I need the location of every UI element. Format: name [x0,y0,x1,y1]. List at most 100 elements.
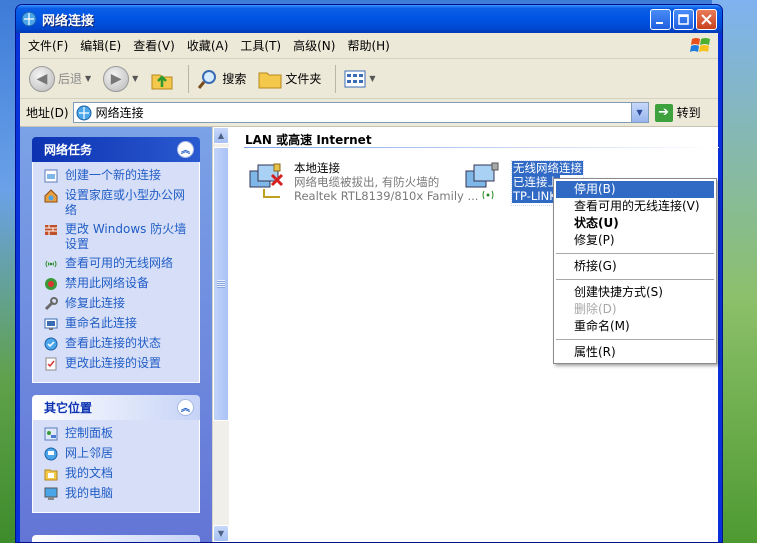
task-label: 查看此连接的状态 [65,336,162,350]
menu-create-shortcut[interactable]: 创建快捷方式(S) [556,284,714,301]
disable-device-icon [43,276,59,292]
address-bar: 地址(D) 网络连接 ▼ ➔ 转到 [20,99,718,127]
task-rename-connection[interactable]: 重命名此连接 [43,316,193,332]
task-firewall-settings[interactable]: 更改 Windows 防火墙设置 [43,222,193,252]
task-label: 修复此连接 [65,296,126,310]
menu-separator [556,253,714,254]
place-network-places[interactable]: 网上邻居 [43,446,193,462]
connection-name: 本地连接 [294,161,340,175]
scroll-down-button[interactable]: ▼ [213,525,229,542]
task-view-wireless[interactable]: 查看可用的无线网络 [43,256,193,272]
menu-help[interactable]: 帮助(H) [341,34,395,57]
new-connection-icon [43,168,59,184]
close-icon [701,14,712,25]
menu-advanced[interactable]: 高级(N) [287,34,341,57]
task-create-connection[interactable]: 创建一个新的连接 [43,168,193,184]
connection-device: Realtek RTL8139/810x Family ... [294,189,479,203]
scroll-up-button[interactable]: ▲ [213,127,229,144]
task-label: 设置家庭或小型办公网络 [65,188,186,217]
place-my-computer[interactable]: 我的电脑 [43,486,193,502]
folders-label: 文件夹 [285,72,322,86]
home-network-icon [43,188,59,204]
close-button[interactable] [696,9,717,30]
menu-rename[interactable]: 重命名(M) [556,318,714,335]
network-tasks-panel: 网络任务 ︽ 创建一个新的连接 设置家庭或小型办公网络 更改 Windows 防… [32,137,200,383]
task-label: 查看可用的无线网络 [65,256,174,270]
menu-favorites[interactable]: 收藏(A) [181,34,235,57]
toolbar-separator [335,64,337,93]
up-folder-icon [151,74,173,89]
address-label: 地址(D) [26,106,69,120]
local-connection-item[interactable]: 本地连接 网络电缆被拔出, 有防火墙的 Realtek RTL8139/810x… [244,161,478,205]
network-tasks-title: 网络任务 [44,143,93,157]
wireless-icon [43,256,59,272]
address-dropdown-button[interactable]: ▼ [630,103,648,122]
task-repair-connection[interactable]: 修复此连接 [43,296,193,312]
place-label: 我的文档 [65,466,114,480]
menu-edit[interactable]: 编辑(E) [74,34,127,57]
menu-file[interactable]: 文件(F) [22,34,74,57]
collapse-icon[interactable]: ︽ [177,141,194,158]
search-button[interactable]: 搜索 [194,62,249,96]
task-pane: 网络任务 ︽ 创建一个新的连接 设置家庭或小型办公网络 更改 Windows 防… [20,127,212,542]
network-tasks-header[interactable]: 网络任务 ︽ [32,137,200,162]
scroll-thumb[interactable] [213,147,229,421]
my-documents-icon [43,466,59,482]
menu-separator [556,339,714,340]
connection-status: 网络电缆被拔出, 有防火墙的 [294,175,440,189]
group-divider [244,147,719,148]
task-pane-scrollbar[interactable]: ▲ ▼ [212,127,229,542]
views-button[interactable]: ▼ [341,62,378,96]
details-header[interactable] [32,535,200,542]
menu-bar: 文件(F) 编辑(E) 查看(V) 收藏(A) 工具(T) 高级(N) 帮助(H… [20,33,718,59]
chevron-down-icon[interactable]: ▼ [132,74,138,83]
chevron-down-icon[interactable]: ▼ [85,74,91,83]
wireless-connection-icon [462,161,512,205]
toolbar-separator [188,64,190,93]
windows-logo-icon [690,38,710,52]
network-connections-icon [21,11,37,27]
place-my-documents[interactable]: 我的文档 [43,466,193,482]
other-places-list: 控制面板 网上邻居 我的文档 我的电脑 [32,420,200,513]
other-places-header[interactable]: 其它位置 ︽ [32,395,200,420]
up-folder-button[interactable] [147,62,177,96]
place-label: 我的电脑 [65,486,114,500]
lan-connection-icon [244,161,294,205]
menu-properties[interactable]: 属性(R) [556,344,714,361]
task-label: 更改 Windows 防火墙设置 [65,222,187,251]
minimize-button[interactable] [650,9,671,30]
task-home-network[interactable]: 设置家庭或小型办公网络 [43,188,193,218]
folders-button[interactable]: 文件夹 [255,62,324,96]
views-icon [344,70,366,87]
other-places-panel: 其它位置 ︽ 控制面板 网上邻居 我的文档 我的电脑 [32,395,200,513]
maximize-button[interactable] [673,9,694,30]
task-change-settings[interactable]: 更改此连接的设置 [43,356,193,372]
collapse-icon[interactable]: ︽ [177,399,194,416]
menu-disable[interactable]: 停用(B) [556,181,714,198]
go-button[interactable]: ➔ 转到 [654,103,701,122]
menu-tools[interactable]: 工具(T) [234,34,287,57]
task-view-status[interactable]: 查看此连接的状态 [43,336,193,352]
window-title: 网络连接 [42,13,95,29]
menu-view[interactable]: 查看(V) [127,34,181,57]
task-label: 禁用此网络设备 [65,276,150,290]
network-connections-icon [76,105,92,120]
connection-device: TP-LINK [512,189,558,203]
maximize-icon [678,14,689,25]
address-value: 网络连接 [95,106,144,120]
title-bar[interactable]: 网络连接 [16,5,722,33]
address-input[interactable]: 网络连接 ▼ [72,102,649,123]
task-disable-device[interactable]: 禁用此网络设备 [43,276,193,292]
menu-view-wireless[interactable]: 查看可用的无线连接(V) [556,198,714,215]
menu-repair[interactable]: 修复(P) [556,232,714,249]
place-control-panel[interactable]: 控制面板 [43,426,193,442]
firewall-icon [43,222,59,238]
chevron-down-icon[interactable]: ▼ [369,74,375,83]
menu-bridge[interactable]: 桥接(G) [556,258,714,275]
connection-name: 无线网络连接 [512,161,583,175]
back-label: 后退 [58,72,83,86]
back-button[interactable]: ◀ 后退 ▼ [26,62,94,96]
baidu-watermark-url: jingyan.baidu.com [603,524,705,537]
menu-status[interactable]: 状态(U) [556,215,714,232]
forward-button[interactable]: ▶ ▼ [100,62,141,96]
